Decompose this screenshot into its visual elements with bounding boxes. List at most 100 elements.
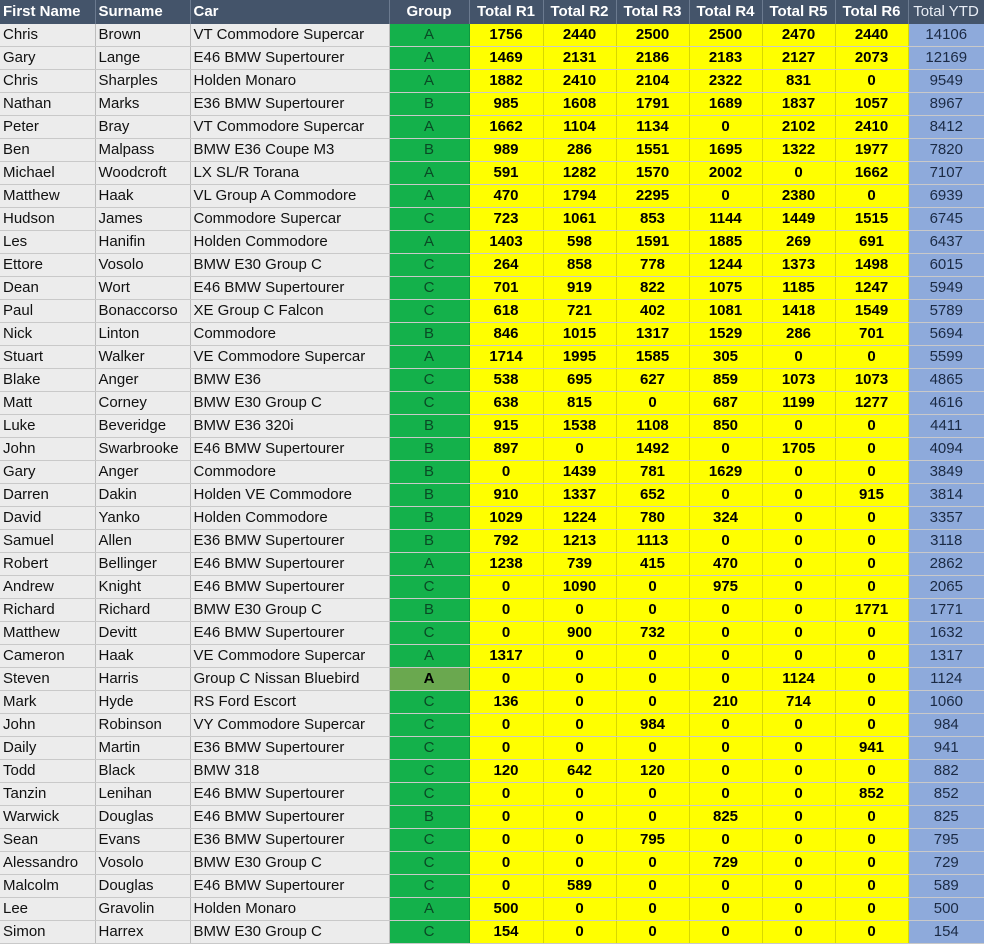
- cell-group[interactable]: A: [389, 69, 470, 93]
- cell-group[interactable]: B: [389, 529, 470, 553]
- cell-total-r3[interactable]: 0: [616, 805, 690, 829]
- cell-surname[interactable]: Wort: [95, 276, 191, 300]
- cell-total-r5[interactable]: 1837: [762, 92, 836, 116]
- cell-car[interactable]: E46 BMW Supertourer: [190, 782, 390, 806]
- cell-car[interactable]: BMW E30 Group C: [190, 920, 390, 944]
- cell-total-r2[interactable]: 1104: [543, 115, 617, 139]
- cell-total-r1[interactable]: 1238: [469, 552, 544, 576]
- cell-surname[interactable]: Anger: [95, 460, 191, 484]
- cell-surname[interactable]: Bray: [95, 115, 191, 139]
- cell-total-ytd[interactable]: 3849: [908, 460, 984, 484]
- cell-total-r5[interactable]: 1073: [762, 368, 836, 392]
- cell-total-r4[interactable]: 859: [689, 368, 763, 392]
- cell-total-r2[interactable]: 1224: [543, 506, 617, 530]
- cell-total-r4[interactable]: 0: [689, 667, 763, 691]
- cell-total-r5[interactable]: 0: [762, 598, 836, 622]
- cell-total-r2[interactable]: 721: [543, 299, 617, 323]
- cell-total-ytd[interactable]: 5599: [908, 345, 984, 369]
- cell-car[interactable]: E36 BMW Supertourer: [190, 529, 390, 553]
- cell-total-r5[interactable]: 0: [762, 161, 836, 185]
- cell-total-r2[interactable]: 0: [543, 736, 617, 760]
- cell-first-name[interactable]: Hudson: [0, 207, 96, 231]
- cell-total-ytd[interactable]: 4616: [908, 391, 984, 415]
- cell-total-r2[interactable]: 0: [543, 828, 617, 852]
- cell-group[interactable]: C: [389, 276, 470, 300]
- cell-total-r5[interactable]: 2127: [762, 46, 836, 70]
- cell-car[interactable]: Commodore Supercar: [190, 207, 390, 231]
- cell-total-r3[interactable]: 732: [616, 621, 690, 645]
- cell-total-r4[interactable]: 1689: [689, 92, 763, 116]
- cell-total-r2[interactable]: 1090: [543, 575, 617, 599]
- cell-first-name[interactable]: Steven: [0, 667, 96, 691]
- cell-car[interactable]: BMW E30 Group C: [190, 851, 390, 875]
- cell-total-r1[interactable]: 591: [469, 161, 544, 185]
- cell-car[interactable]: BMW E36 320i: [190, 414, 390, 438]
- cell-total-r5[interactable]: 1322: [762, 138, 836, 162]
- cell-total-r5[interactable]: 0: [762, 345, 836, 369]
- cell-first-name[interactable]: John: [0, 437, 96, 461]
- cell-total-r4[interactable]: 2500: [689, 24, 763, 47]
- cell-total-r3[interactable]: 0: [616, 782, 690, 806]
- cell-car[interactable]: VT Commodore Supercar: [190, 115, 390, 139]
- cell-group[interactable]: C: [389, 851, 470, 875]
- cell-total-r4[interactable]: 687: [689, 391, 763, 415]
- cell-surname[interactable]: Harrex: [95, 920, 191, 944]
- cell-total-r6[interactable]: 691: [835, 230, 909, 254]
- cell-total-r3[interactable]: 0: [616, 897, 690, 921]
- cell-total-r5[interactable]: 1449: [762, 207, 836, 231]
- cell-total-r1[interactable]: 0: [469, 805, 544, 829]
- cell-group[interactable]: B: [389, 483, 470, 507]
- cell-total-r2[interactable]: 900: [543, 621, 617, 645]
- cell-first-name[interactable]: Les: [0, 230, 96, 254]
- cell-group[interactable]: C: [389, 368, 470, 392]
- cell-total-r6[interactable]: 0: [835, 575, 909, 599]
- cell-surname[interactable]: Malpass: [95, 138, 191, 162]
- cell-car[interactable]: VE Commodore Supercar: [190, 345, 390, 369]
- cell-first-name[interactable]: Nathan: [0, 92, 96, 116]
- cell-total-r2[interactable]: 0: [543, 644, 617, 668]
- cell-first-name[interactable]: Malcolm: [0, 874, 96, 898]
- cell-total-r1[interactable]: 1882: [469, 69, 544, 93]
- cell-group[interactable]: A: [389, 161, 470, 185]
- cell-total-r4[interactable]: 1081: [689, 299, 763, 323]
- cell-surname[interactable]: Marks: [95, 92, 191, 116]
- cell-total-r5[interactable]: 0: [762, 805, 836, 829]
- cell-surname[interactable]: Gravolin: [95, 897, 191, 921]
- header-first-name[interactable]: First Name: [0, 0, 96, 24]
- cell-total-r3[interactable]: 853: [616, 207, 690, 231]
- cell-total-r4[interactable]: 470: [689, 552, 763, 576]
- cell-first-name[interactable]: Alessandro: [0, 851, 96, 875]
- cell-car[interactable]: E46 BMW Supertourer: [190, 552, 390, 576]
- cell-surname[interactable]: Corney: [95, 391, 191, 415]
- cell-total-r1[interactable]: 154: [469, 920, 544, 944]
- cell-total-r4[interactable]: 2322: [689, 69, 763, 93]
- cell-total-r2[interactable]: 739: [543, 552, 617, 576]
- cell-total-r3[interactable]: 1108: [616, 414, 690, 438]
- cell-group[interactable]: A: [389, 345, 470, 369]
- cell-total-r4[interactable]: 0: [689, 621, 763, 645]
- cell-total-r3[interactable]: 0: [616, 851, 690, 875]
- cell-car[interactable]: Holden Commodore: [190, 230, 390, 254]
- cell-total-ytd[interactable]: 1060: [908, 690, 984, 714]
- cell-total-r2[interactable]: 286: [543, 138, 617, 162]
- cell-total-r3[interactable]: 415: [616, 552, 690, 576]
- cell-total-r6[interactable]: 2410: [835, 115, 909, 139]
- cell-car[interactable]: E36 BMW Supertourer: [190, 92, 390, 116]
- cell-total-r2[interactable]: 858: [543, 253, 617, 277]
- cell-total-r6[interactable]: 1073: [835, 368, 909, 392]
- cell-total-r6[interactable]: 1498: [835, 253, 909, 277]
- cell-total-r6[interactable]: 915: [835, 483, 909, 507]
- cell-total-r2[interactable]: 1015: [543, 322, 617, 346]
- cell-car[interactable]: E46 BMW Supertourer: [190, 437, 390, 461]
- cell-total-ytd[interactable]: 1632: [908, 621, 984, 645]
- cell-car[interactable]: XE Group C Falcon: [190, 299, 390, 323]
- cell-total-r3[interactable]: 1113: [616, 529, 690, 553]
- cell-car[interactable]: BMW E30 Group C: [190, 598, 390, 622]
- cell-total-r4[interactable]: 729: [689, 851, 763, 875]
- cell-car[interactable]: BMW E30 Group C: [190, 253, 390, 277]
- cell-total-ytd[interactable]: 2862: [908, 552, 984, 576]
- cell-total-r5[interactable]: 1185: [762, 276, 836, 300]
- header-surname[interactable]: Surname: [95, 0, 191, 24]
- cell-surname[interactable]: Anger: [95, 368, 191, 392]
- cell-total-ytd[interactable]: 1124: [908, 667, 984, 691]
